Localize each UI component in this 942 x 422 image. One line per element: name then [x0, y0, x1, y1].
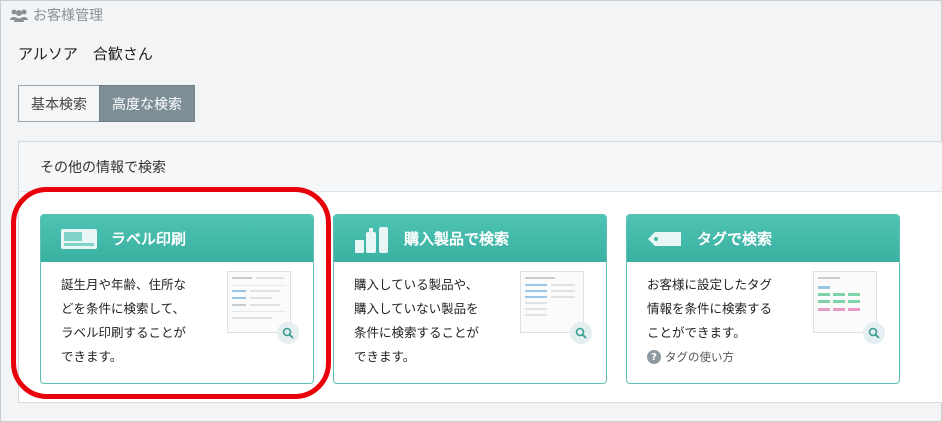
- zoom-icon[interactable]: [863, 322, 885, 344]
- tab-advanced-search[interactable]: 高度な検索: [99, 85, 195, 122]
- label-icon: [61, 228, 97, 249]
- zoom-icon[interactable]: [277, 322, 299, 344]
- card-header: タグで検索: [627, 215, 899, 262]
- card-title: ラベル印刷: [111, 230, 187, 248]
- tab-basic-search[interactable]: 基本検索: [18, 85, 99, 122]
- panel-title: その他の情報で検索: [19, 142, 942, 192]
- search-tabs: 基本検索 高度な検索: [18, 85, 195, 122]
- help-link-label: タグの使い方: [665, 350, 734, 364]
- card-header: 購入製品で検索: [334, 215, 606, 262]
- tag-icon: [648, 231, 681, 246]
- question-icon: ?: [647, 350, 661, 364]
- page-header: お客様管理: [9, 5, 103, 25]
- other-info-search-panel: その他の情報で検索 ラベル印刷 誕生月や年齢、住所な どを条件に検索して、 ラベ…: [18, 141, 942, 403]
- card-description: お客様に設定したタグ 情報を条件に検索する ことができます。: [647, 277, 773, 340]
- customer-name: アルソア 合歓さん: [18, 45, 153, 63]
- page-title: お客様管理: [33, 8, 103, 24]
- tag-search-card[interactable]: タグで検索 お客様に設定したタグ 情報を条件に検索する ことができます。 ? タ…: [626, 214, 900, 384]
- card-title: タグで検索: [697, 230, 773, 248]
- card-header: ラベル印刷: [41, 215, 313, 262]
- card-description: 誕生月や年齢、住所な どを条件に検索して、 ラベル印刷することが できます。: [61, 277, 187, 364]
- users-icon: [10, 9, 28, 22]
- label-print-card[interactable]: ラベル印刷 誕生月や年齢、住所な どを条件に検索して、 ラベル印刷することが で…: [40, 214, 314, 384]
- card-title: 購入製品で検索: [404, 230, 510, 248]
- card-description: 購入している製品や、 購入していない製品を 条件に検索することが できます。: [354, 277, 480, 364]
- zoom-icon[interactable]: [570, 322, 592, 344]
- purchased-products-search-card[interactable]: 購入製品で検索 購入している製品や、 購入していない製品を 条件に検索することが…: [333, 214, 607, 384]
- products-icon: [355, 226, 388, 253]
- tag-help-link[interactable]: ? タグの使い方: [647, 349, 734, 365]
